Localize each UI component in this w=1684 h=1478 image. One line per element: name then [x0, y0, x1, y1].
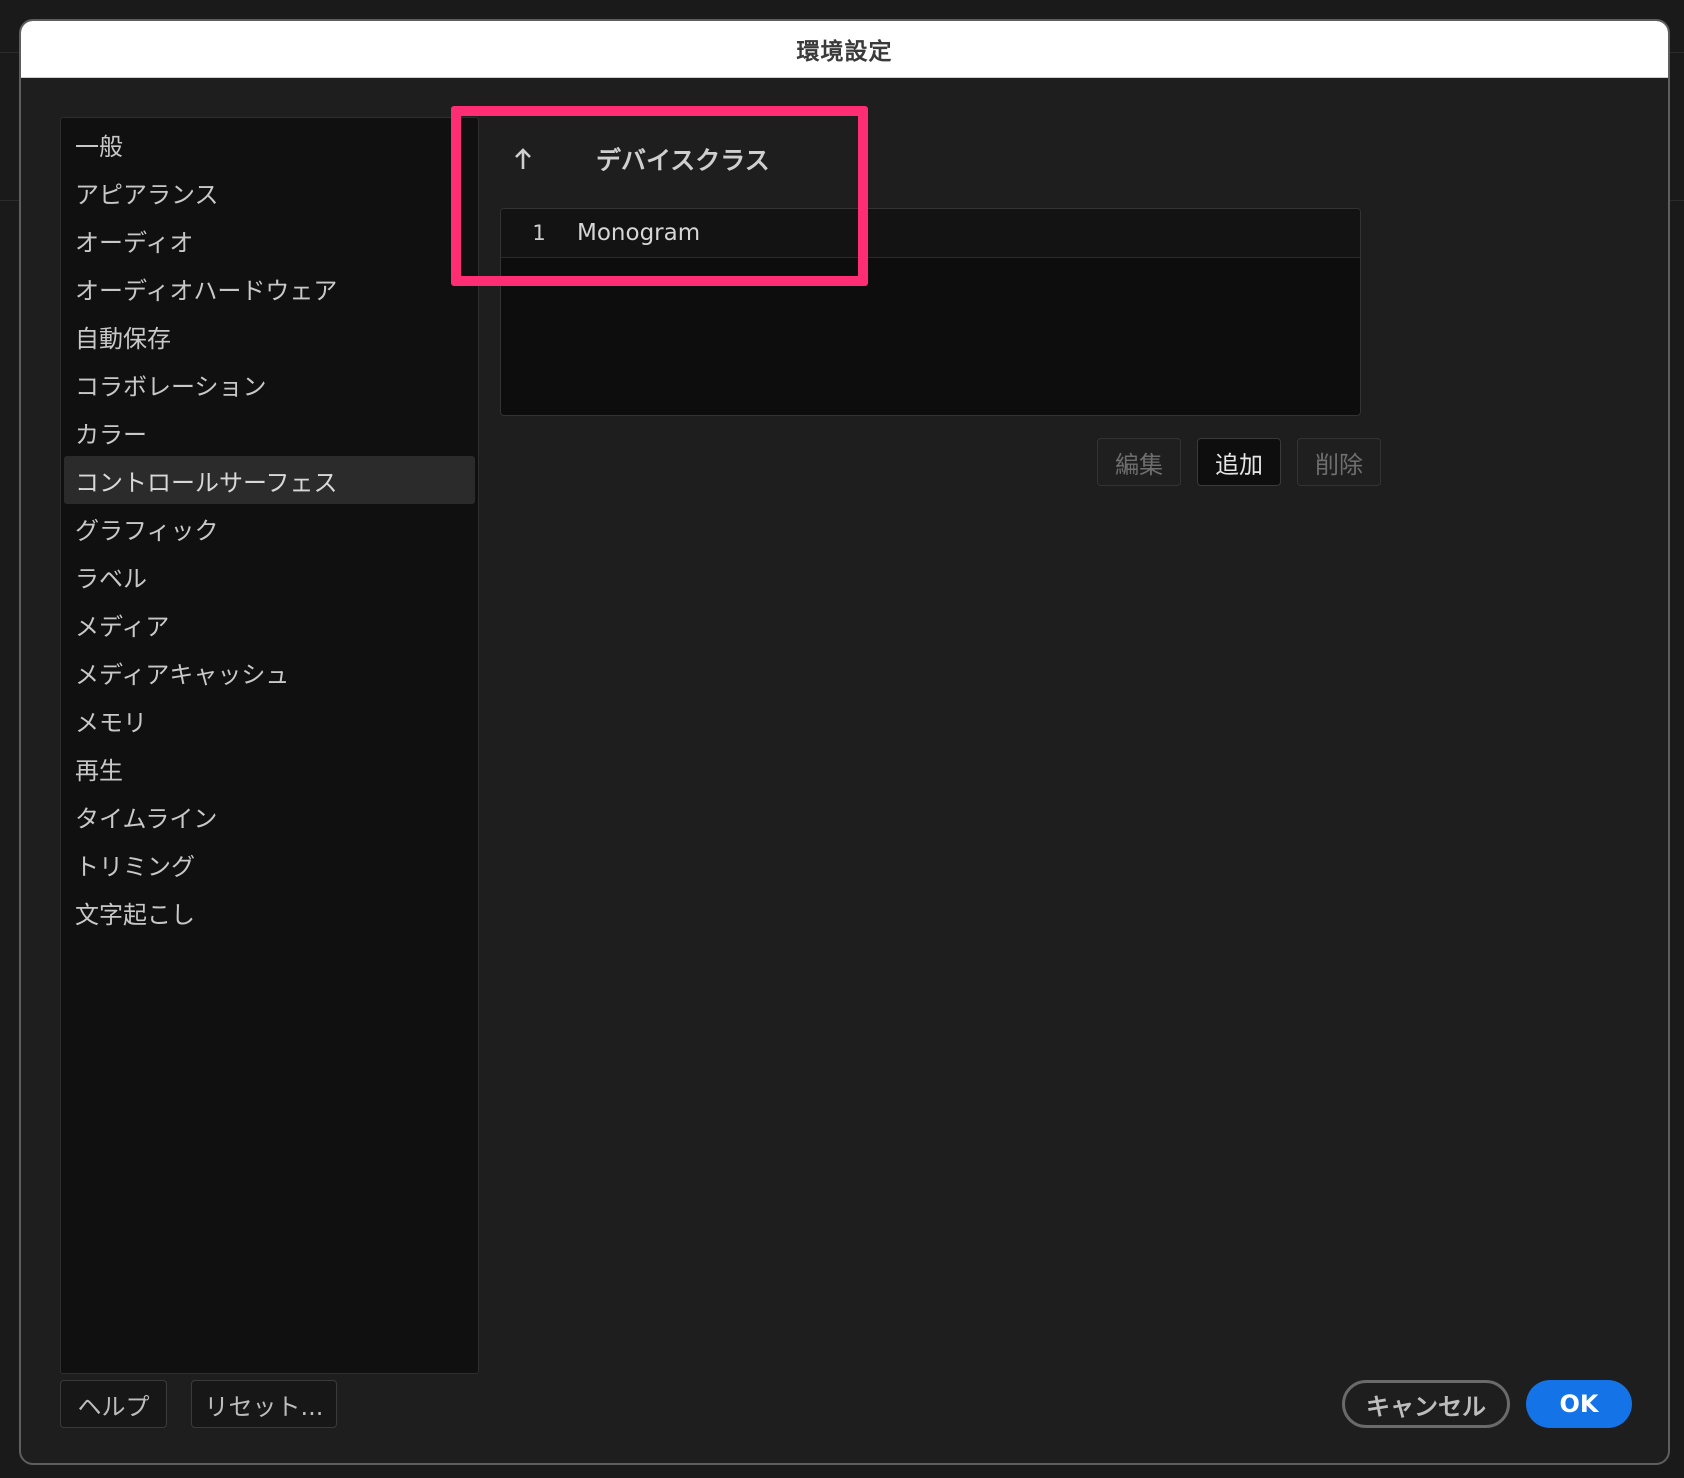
- edit-button[interactable]: 編集: [1097, 438, 1181, 486]
- help-button[interactable]: ヘルプ: [60, 1380, 167, 1428]
- sidebar-item-general[interactable]: 一般: [64, 120, 475, 168]
- sidebar-item-transcription[interactable]: 文字起こし: [64, 888, 475, 936]
- sidebar-item-media[interactable]: メディア: [64, 600, 475, 648]
- sidebar-item-auto-save[interactable]: 自動保存: [64, 312, 475, 360]
- device-class-table: 1 Monogram: [500, 208, 1361, 416]
- add-button[interactable]: 追加: [1197, 438, 1281, 486]
- sidebar-item-control-surface[interactable]: コントロールサーフェス: [64, 456, 475, 504]
- control-surface-panel: デバイスクラス 1 Monogram 編集 追加 削除: [500, 117, 1381, 517]
- device-class-column-header[interactable]: デバイスクラス: [500, 139, 900, 179]
- sidebar-item-audio-hardware[interactable]: オーディオハードウェア: [64, 264, 475, 312]
- delete-button[interactable]: 削除: [1297, 438, 1381, 486]
- sidebar-item-graphics[interactable]: グラフィック: [64, 504, 475, 552]
- sidebar-item-appearance[interactable]: アピアランス: [64, 168, 475, 216]
- sidebar-item-collaboration[interactable]: コラボレーション: [64, 360, 475, 408]
- table-row[interactable]: 1 Monogram: [501, 209, 1360, 258]
- sidebar-item-media-cache[interactable]: メディアキャッシュ: [64, 648, 475, 696]
- category-sidebar: 一般 アピアランス オーディオ オーディオハードウェア 自動保存 コラボレーショ…: [60, 117, 479, 1374]
- arrow-up-icon[interactable]: [514, 146, 536, 172]
- row-device-name: Monogram: [577, 220, 701, 246]
- sidebar-item-memory[interactable]: メモリ: [64, 696, 475, 744]
- ok-button[interactable]: OK: [1526, 1380, 1632, 1428]
- sidebar-item-timeline[interactable]: タイムライン: [64, 792, 475, 840]
- row-index: 1: [532, 221, 546, 245]
- sidebar-item-trimming[interactable]: トリミング: [64, 840, 475, 888]
- preferences-dialog: 環境設定 一般 アピアランス オーディオ オーディオハードウェア 自動保存 コラ…: [19, 19, 1670, 1465]
- sidebar-item-playback[interactable]: 再生: [64, 744, 475, 792]
- sidebar-item-color[interactable]: カラー: [64, 408, 475, 456]
- cancel-button[interactable]: キャンセル: [1342, 1380, 1510, 1428]
- reset-button[interactable]: リセット...: [191, 1380, 337, 1428]
- sidebar-item-labels[interactable]: ラベル: [64, 552, 475, 600]
- dialog-title: 環境設定: [21, 21, 1668, 78]
- device-class-column-title: デバイスクラス: [596, 146, 770, 175]
- sidebar-item-audio[interactable]: オーディオ: [64, 216, 475, 264]
